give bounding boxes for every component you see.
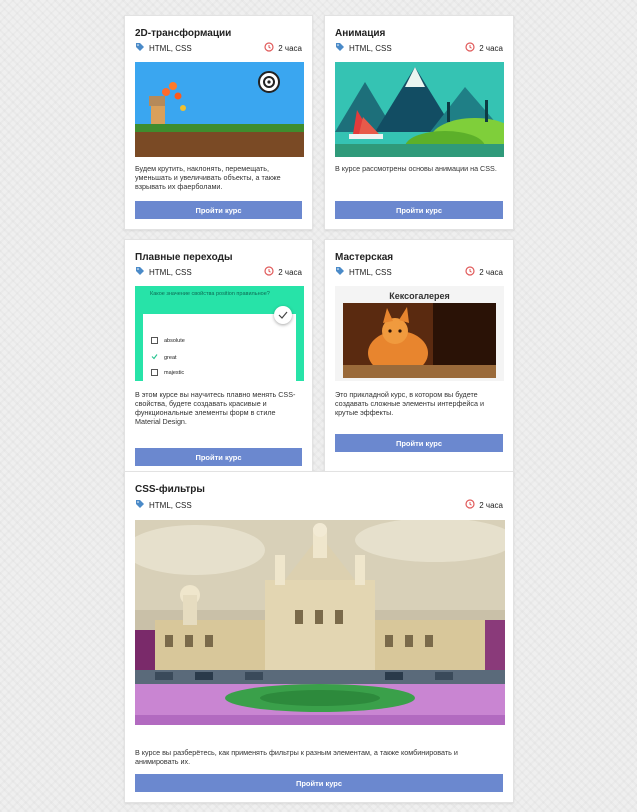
course-duration: 2 часа xyxy=(465,266,503,278)
course-title: 2D-трансформации xyxy=(135,28,232,39)
course-description: В этом курсе вы научитесь плавно менять … xyxy=(135,390,296,426)
checkbox-icon xyxy=(151,369,158,376)
tag-icon xyxy=(135,42,145,54)
course-duration: 2 часа xyxy=(465,499,503,511)
course-meta: HTML, CSS 2 часа xyxy=(135,266,302,278)
course-preview-image: Кексогалерея xyxy=(335,286,504,381)
clock-icon xyxy=(465,42,475,54)
course-card-transitions: Плавные переходы HTML, CSS 2 часа Какое … xyxy=(124,239,313,475)
quiz-option[interactable]: majestic xyxy=(151,369,184,376)
quiz-question: Какое значение свойства position правиль… xyxy=(150,291,270,297)
course-meta: HTML, CSS 2 часа xyxy=(135,42,302,54)
course-tags: HTML, CSS xyxy=(335,266,392,278)
course-card-2d-transforms: 2D-трансформации HTML, CSS 2 часа Будем … xyxy=(124,15,313,230)
clock-icon xyxy=(465,266,475,278)
course-title: Анимация xyxy=(335,28,386,39)
start-course-button[interactable]: Пройти курс xyxy=(335,434,503,452)
course-description: В курсе рассмотрены основы анимации на C… xyxy=(335,164,497,173)
course-tags: HTML, CSS xyxy=(135,499,192,511)
checkbox-icon xyxy=(151,337,158,344)
course-description: В курсе вы разберётесь, как применять фи… xyxy=(135,748,458,766)
start-course-button[interactable]: Пройти курс xyxy=(135,201,302,219)
clock-icon xyxy=(465,499,475,511)
course-preview-image xyxy=(335,62,504,157)
start-course-button[interactable]: Пройти курс xyxy=(135,448,302,466)
quiz-option[interactable]: great xyxy=(151,353,177,362)
gallery-heading: Кексогалерея xyxy=(389,291,450,301)
clock-icon xyxy=(264,266,274,278)
course-card-css-filters: CSS-фильтры HTML, CSS 2 часа В курсе вы … xyxy=(124,471,514,803)
course-meta: HTML, CSS 2 часа xyxy=(335,42,503,54)
course-card-animation: Анимация HTML, CSS 2 часа В курсе рассмо… xyxy=(324,15,514,230)
course-preview-image: Какое значение свойства position правиль… xyxy=(135,286,304,381)
course-tags: HTML, CSS xyxy=(135,42,192,54)
checkmark-icon xyxy=(151,353,158,362)
course-title: CSS-фильтры xyxy=(135,484,205,495)
course-meta: HTML, CSS 2 часа xyxy=(135,499,503,511)
check-fab-icon[interactable] xyxy=(274,306,292,324)
course-duration: 2 часа xyxy=(465,42,503,54)
course-preview-image xyxy=(135,520,505,725)
tag-icon xyxy=(135,499,145,511)
course-duration: 2 часа xyxy=(264,266,302,278)
course-duration: 2 часа xyxy=(264,42,302,54)
tag-icon xyxy=(135,266,145,278)
quiz-option[interactable]: absolute xyxy=(151,337,185,344)
course-title: Мастерская xyxy=(335,252,394,263)
tag-icon xyxy=(335,266,345,278)
start-course-button[interactable]: Пройти курс xyxy=(335,201,503,219)
course-description: Это прикладной курс, в котором вы будете… xyxy=(335,390,485,417)
course-description: Будем крутить, наклонять, перемещать, ум… xyxy=(135,164,281,191)
course-meta: HTML, CSS 2 часа xyxy=(335,266,503,278)
clock-icon xyxy=(264,42,274,54)
course-tags: HTML, CSS xyxy=(335,42,392,54)
tag-icon xyxy=(335,42,345,54)
course-tags: HTML, CSS xyxy=(135,266,192,278)
start-course-button[interactable]: Пройти курс xyxy=(135,774,503,792)
course-preview-image xyxy=(135,62,304,157)
course-title: Плавные переходы xyxy=(135,252,233,263)
course-card-workshop: Мастерская HTML, CSS 2 часа Кексогалерея xyxy=(324,239,514,475)
